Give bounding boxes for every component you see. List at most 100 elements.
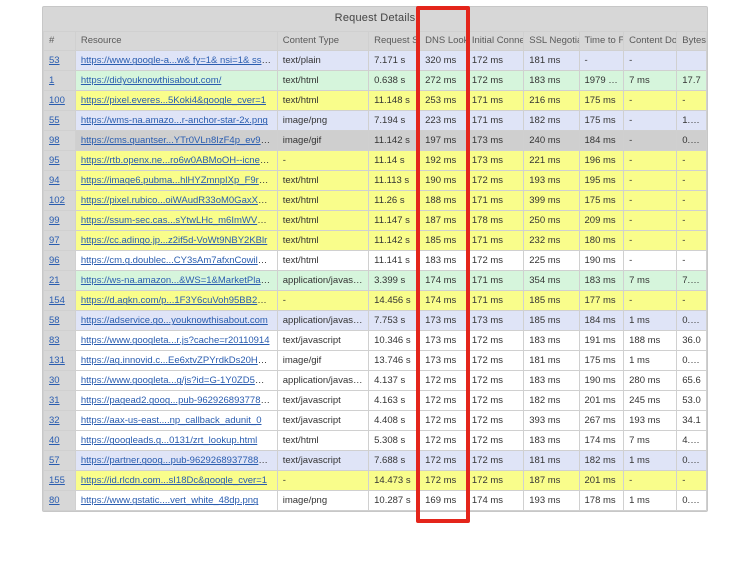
row-index-link[interactable]: 80 [49, 495, 60, 506]
row-index-link[interactable]: 100 [49, 95, 65, 106]
table-row: 21 https://ws-na.amazon...&WS=1&MarketPla… [44, 271, 707, 291]
cell-ttfb: 191 ms [579, 331, 624, 351]
resource-link[interactable]: https://rtb.openx.ne...ro6w0ABMoOH--icne… [81, 155, 277, 166]
row-index-link[interactable]: 32 [49, 415, 60, 426]
resource-link[interactable]: https://www.google-a...w& fy=1& nsi=1& s… [81, 55, 272, 66]
cell-content-download: 1 ms [624, 491, 677, 511]
row-index-link[interactable]: 30 [49, 375, 60, 386]
row-index: 99 [44, 211, 76, 231]
cell-content-type: text/javascript [277, 411, 368, 431]
cell-ttfb: 175 ms [579, 91, 624, 111]
table-row: 57 https://partner.goog...pub-96292689377… [44, 451, 707, 471]
row-index: 83 [44, 331, 76, 351]
cell-ttfb: 183 ms [579, 271, 624, 291]
cell-initial-connection: 173 ms [466, 311, 523, 331]
resource-link[interactable]: https://aax-us-east....np_callback_aduni… [81, 415, 262, 426]
cell-bytes-downloaded: - [677, 91, 707, 111]
resource-link[interactable]: https://ws-na.amazon...&WS=1&MarketPlace… [81, 275, 277, 286]
table-row: 96 https://cm.g.doublec...CY3sAm7afxnCowi… [44, 251, 707, 271]
row-index-link[interactable]: 98 [49, 135, 60, 146]
cell-resource: https://image6.pubma...hlHYZmnpIXp_F9rCr… [75, 171, 277, 191]
row-index-link[interactable]: 96 [49, 255, 60, 266]
col-index[interactable]: # [44, 32, 76, 51]
resource-link[interactable]: https://cm.g.doublec...CY3sAm7afxnCowil9… [81, 255, 277, 266]
row-index-link[interactable]: 21 [49, 275, 60, 286]
row-index-link[interactable]: 154 [49, 295, 65, 306]
col-initial-connection[interactable]: Initial Connection [466, 32, 523, 51]
row-index-link[interactable]: 55 [49, 115, 60, 126]
cell-resource: https://www.googleta...r.js?cache=r20110… [75, 331, 277, 351]
resource-link[interactable]: https://didyouknowthisabout.com/ [81, 75, 221, 86]
cell-dns-lookup: 187 ms [420, 211, 467, 231]
row-index-link[interactable]: 53 [49, 55, 60, 66]
resource-link[interactable]: https://partner.goog...pub-9629268937788… [81, 455, 274, 466]
resource-link[interactable]: https://pixel.rubico...oiWAudR33oM0GaxXS… [81, 195, 277, 206]
col-request-start[interactable]: Request Start [369, 32, 420, 51]
row-index-link[interactable]: 58 [49, 315, 60, 326]
row-index-link[interactable]: 40 [49, 435, 60, 446]
cell-content-type: text/html [277, 71, 368, 91]
col-dns-lookup[interactable]: DNS Lookup [420, 32, 467, 51]
row-index-link[interactable]: 97 [49, 235, 60, 246]
cell-resource: https://www.googleta...g/js?id=G-1Y0ZD5M… [75, 371, 277, 391]
resource-link[interactable]: https://wms-na.amazo...r-anchor-star-2x.… [81, 115, 268, 126]
cell-content-type: - [277, 471, 368, 491]
col-ttfb[interactable]: Time to First Byte [579, 32, 624, 51]
row-index-link[interactable]: 94 [49, 175, 60, 186]
col-content-type[interactable]: Content Type [277, 32, 368, 51]
row-index: 95 [44, 151, 76, 171]
cell-request-start: 4.137 s [369, 371, 420, 391]
resource-link[interactable]: https://www.googleta...r.js?cache=r20110… [81, 335, 270, 346]
resource-link[interactable]: https://www.googleta...g/js?id=G-1Y0ZD5M… [81, 375, 277, 386]
cell-ssl-negotiation: 240 ms [524, 131, 579, 151]
resource-link[interactable]: https://pixel.everes...5Koki4&google_cve… [81, 95, 266, 106]
resource-link[interactable]: https://image6.pubma...hlHYZmnpIXp_F9rCr… [81, 175, 277, 186]
resource-link[interactable]: https://ssum-sec.cas...sYtwLHc_m6ImWVNB9… [81, 215, 277, 226]
col-bytes-downloaded[interactable]: Bytes Downloaded [677, 32, 707, 51]
cell-bytes-downloaded: - [677, 471, 707, 491]
resource-link[interactable]: https://id.rlcdn.com...sI18Dc&google_cve… [81, 475, 267, 486]
resource-link[interactable]: https://ag.innovid.c...Ee6xtvZPYrdkDs20H… [81, 355, 275, 366]
cell-ssl-negotiation: 183 ms [524, 431, 579, 451]
cell-request-start: 11.141 s [369, 251, 420, 271]
col-ssl-negotiation[interactable]: SSL Negotiation [524, 32, 579, 51]
table-row: 58 https://adservice.go...youknowthisabou… [44, 311, 707, 331]
cell-ttfb: 184 ms [579, 131, 624, 151]
table-row: 53 https://www.google-a...w& fy=1& nsi=1&… [44, 51, 707, 71]
row-index-link[interactable]: 83 [49, 335, 60, 346]
cell-content-download: - [624, 471, 677, 491]
col-resource[interactable]: Resource [75, 32, 277, 51]
row-index-link[interactable]: 1 [49, 75, 54, 86]
resource-link[interactable]: https://pagead2.goog...pub-9629268937788… [81, 395, 277, 406]
resource-link[interactable]: https://d.agkn.com/p...1F3Y6cuVoh95BB2dN… [81, 295, 277, 306]
cell-dns-lookup: 190 ms [420, 171, 467, 191]
row-index-link[interactable]: 155 [49, 475, 65, 486]
resource-link[interactable]: https://googleads.g...0131/zrt_lookup.ht… [81, 435, 257, 446]
row-index-link[interactable]: 102 [49, 195, 65, 206]
cell-ssl-negotiation: 399 ms [524, 191, 579, 211]
cell-request-start: 11.113 s [369, 171, 420, 191]
resource-link[interactable]: https://cc.adingo.jp...z2if5d-VoWt9NBY2K… [81, 235, 267, 246]
row-index-link[interactable]: 31 [49, 395, 60, 406]
row-index-link[interactable]: 99 [49, 215, 60, 226]
cell-initial-connection: 172 ms [466, 471, 523, 491]
cell-content-download: - [624, 171, 677, 191]
cell-initial-connection: 172 ms [466, 451, 523, 471]
col-content-download[interactable]: Content Download [624, 32, 677, 51]
cell-bytes-downloaded: 0.2 K [677, 491, 707, 511]
cell-content-type: application/javascript [277, 271, 368, 291]
resource-link[interactable]: https://adservice.go...youknowthisabout.… [81, 315, 268, 326]
row-index-link[interactable]: 131 [49, 355, 65, 366]
resource-link[interactable]: https://cms.quantser...YTr0VLn8IzF4p_ev9… [81, 135, 277, 146]
cell-dns-lookup: 172 ms [420, 471, 467, 491]
row-index-link[interactable]: 57 [49, 455, 60, 466]
table-row: 95 https://rtb.openx.ne...ro6w0ABMoOH--ic… [44, 151, 707, 171]
cell-content-type: text/javascript [277, 451, 368, 471]
resource-link[interactable]: https://www.gstatic....vert_white_48dp.p… [81, 495, 258, 506]
cell-request-start: 0.638 s [369, 71, 420, 91]
row-index-link[interactable]: 95 [49, 155, 60, 166]
cell-initial-connection: 172 ms [466, 411, 523, 431]
table-row: 32 https://aax-us-east....np_callback_adu… [44, 411, 707, 431]
table-row: 97 https://cc.adingo.jp...z2if5d-VoWt9NBY… [44, 231, 707, 251]
cell-ssl-negotiation: 232 ms [524, 231, 579, 251]
